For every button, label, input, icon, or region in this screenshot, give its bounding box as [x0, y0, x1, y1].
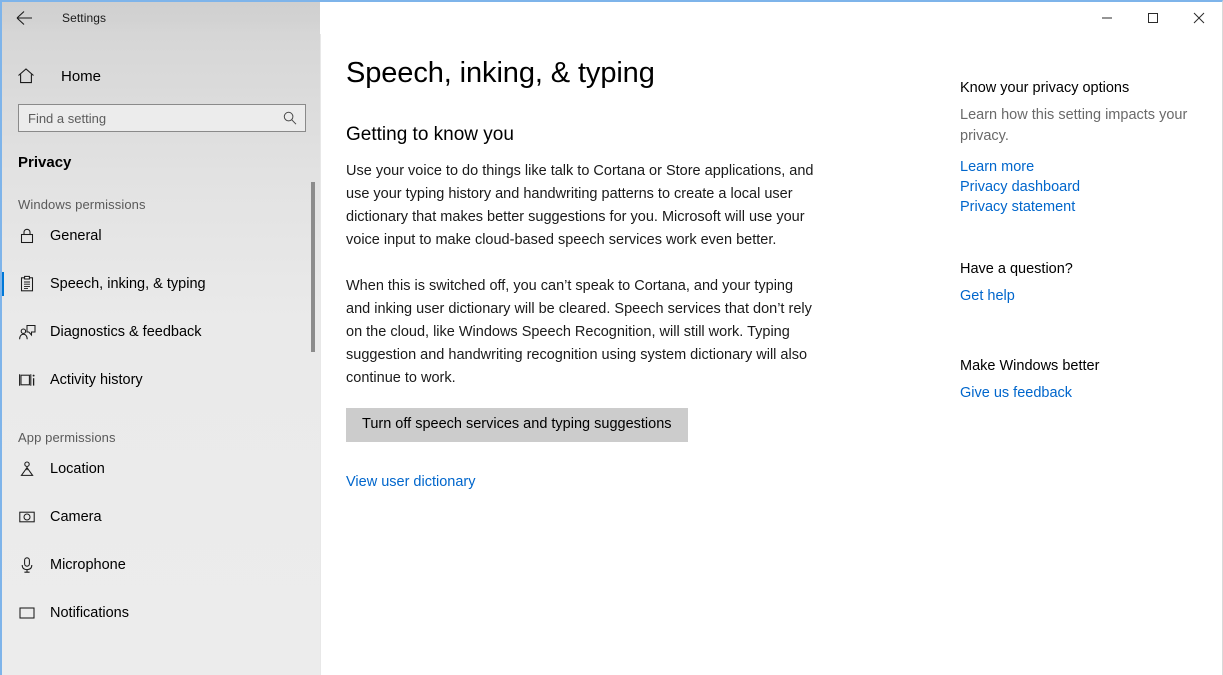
search-icon — [275, 110, 305, 126]
sidebar-home-label: Home — [61, 67, 102, 85]
get-help-link[interactable]: Get help — [960, 286, 1210, 306]
search-box[interactable] — [18, 104, 306, 132]
close-button[interactable] — [1176, 2, 1222, 33]
search-input[interactable] — [19, 105, 275, 131]
related-settings-rail: Know your privacy options Learn how this… — [960, 80, 1210, 429]
rail-block-feedback: Make Windows better Give us feedback — [960, 358, 1210, 403]
main-content: Speech, inking, & typing Getting to know… — [321, 34, 1222, 675]
description-paragraph-1: Use your voice to do things like talk to… — [346, 163, 814, 248]
sidebar-item-diagnostics-feedback[interactable]: Diagnostics & feedback — [2, 308, 320, 356]
minimize-button[interactable] — [1084, 2, 1130, 33]
sidebar-item-label: Microphone — [50, 557, 126, 573]
camera-icon — [18, 508, 44, 526]
sidebar-item-home[interactable]: Home — [2, 56, 320, 96]
sidebar-item-label: Camera — [50, 509, 102, 525]
sidebar-item-activity-history[interactable]: Activity history — [2, 356, 320, 404]
sidebar-item-label: Speech, inking, & typing — [50, 276, 206, 292]
view-user-dictionary-wrap: View user dictionary — [346, 473, 816, 491]
rail-subtext-privacy: Learn how this setting impacts your priv… — [960, 107, 1188, 144]
sidebar-item-camera[interactable]: Camera — [2, 493, 320, 541]
rail-heading-question: Have a question? — [960, 261, 1073, 277]
location-pin-icon — [18, 460, 44, 478]
sidebar-category-title: Privacy — [18, 154, 72, 171]
sidebar: Home Privacy Windows permissions — [2, 34, 320, 675]
sidebar-group-title-app-permissions: App permissions — [18, 430, 116, 445]
sidebar-item-microphone[interactable]: Microphone — [2, 541, 320, 589]
sidebar-item-speech-inking-typing[interactable]: Speech, inking, & typing — [2, 260, 320, 308]
maximize-button[interactable] — [1130, 2, 1176, 33]
activity-history-icon — [18, 371, 44, 389]
privacy-dashboard-link[interactable]: Privacy dashboard — [960, 177, 1210, 197]
title-bar-left: Settings — [2, 2, 320, 34]
turn-off-speech-services-button[interactable]: Turn off speech services and typing sugg… — [346, 408, 688, 442]
sidebar-group-title-windows-permissions: Windows permissions — [18, 197, 146, 212]
person-feedback-icon — [18, 323, 44, 342]
sidebar-item-general[interactable]: General — [2, 212, 320, 260]
sidebar-item-location[interactable]: Location — [2, 445, 320, 493]
rail-heading-privacy: Know your privacy options — [960, 80, 1130, 96]
view-user-dictionary-link[interactable]: View user dictionary — [346, 474, 476, 490]
settings-window: Settings Home Find a setting Privacy Win… — [0, 0, 1223, 675]
sidebar-scrollbar-thumb[interactable] — [311, 182, 315, 352]
learn-more-link[interactable]: Learn more — [960, 157, 1210, 177]
sidebar-inner: Home Privacy Windows permissions — [2, 56, 320, 637]
sidebar-item-label: Location — [50, 461, 105, 477]
clipboard-icon — [18, 275, 44, 293]
give-us-feedback-link[interactable]: Give us feedback — [960, 383, 1210, 403]
sidebar-scrollbar[interactable] — [307, 34, 320, 675]
home-icon — [16, 66, 44, 86]
sidebar-item-notifications[interactable]: Notifications — [2, 589, 320, 637]
notifications-icon — [18, 604, 44, 622]
sidebar-item-label: General — [50, 228, 102, 244]
back-button[interactable] — [2, 2, 46, 34]
rail-heading-feedback: Make Windows better — [960, 358, 1100, 374]
lock-icon — [18, 227, 44, 245]
privacy-statement-link[interactable]: Privacy statement — [960, 197, 1210, 217]
window-title: Settings — [62, 11, 107, 25]
rail-block-privacy: Know your privacy options Learn how this… — [960, 80, 1210, 217]
rail-block-question: Have a question? Get help — [960, 261, 1210, 306]
description-paragraph-2: When this is switched off, you can’t spe… — [346, 278, 812, 386]
sidebar-item-label: Notifications — [50, 605, 129, 621]
section-heading: Getting to know you — [346, 124, 514, 145]
title-bar: Settings — [2, 2, 1222, 34]
microphone-icon — [18, 556, 44, 574]
sidebar-item-label: Activity history — [50, 372, 143, 388]
settings-body: Getting to know you Use your voice to do… — [346, 124, 816, 491]
window-controls — [320, 2, 1222, 34]
sidebar-item-label: Diagnostics & feedback — [50, 324, 202, 340]
